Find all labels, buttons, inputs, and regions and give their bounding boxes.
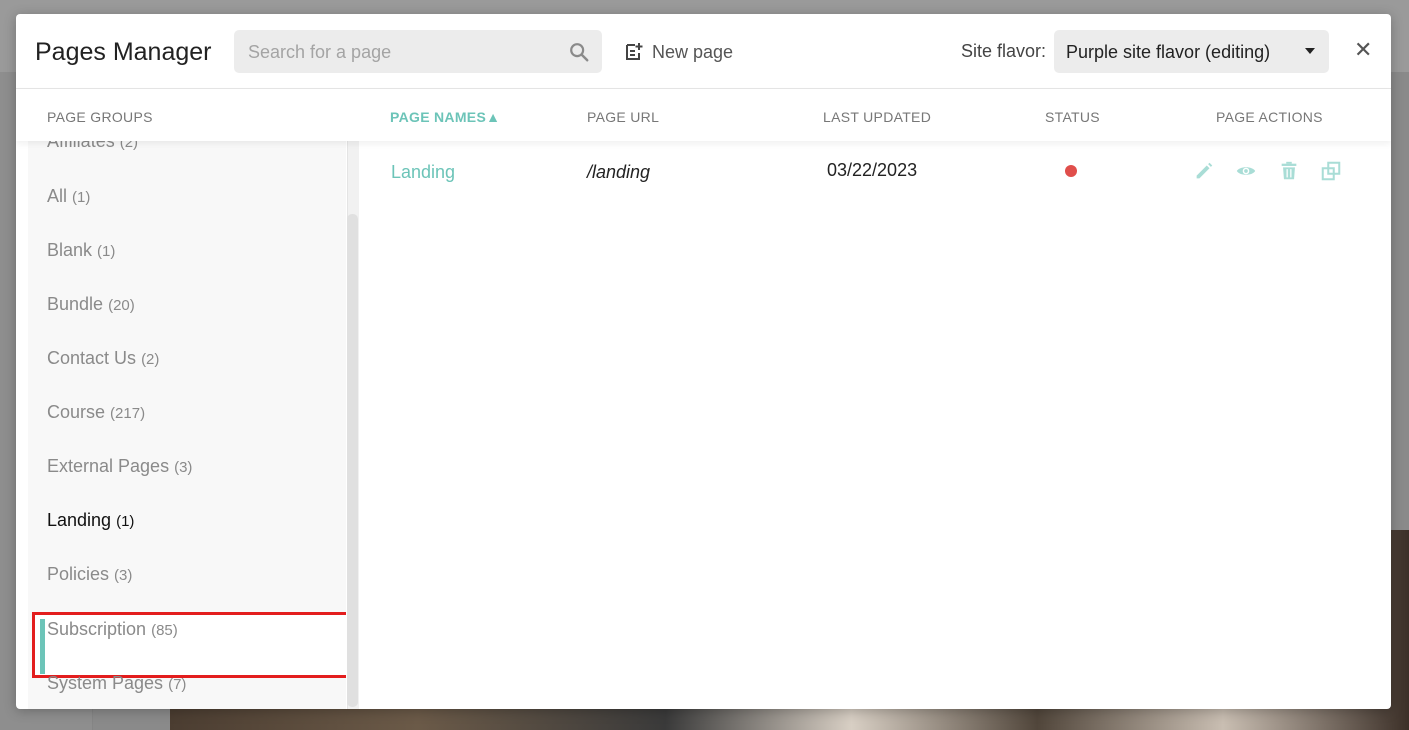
table-row: Landing /landing 03/22/2023 bbox=[376, 154, 1376, 194]
pencil-icon[interactable] bbox=[1193, 160, 1215, 182]
sidebar-scrollbar-thumb[interactable] bbox=[347, 214, 358, 707]
pages-manager-modal: Pages Manager New page Site flavor: Purp… bbox=[16, 14, 1391, 709]
sidebar-item-landing[interactable]: Landing (1) bbox=[47, 510, 134, 531]
modal-header: Pages Manager New page Site flavor: Purp… bbox=[16, 14, 1391, 89]
page-url: /landing bbox=[587, 162, 651, 182]
page-groups-list: Affiliates (2) All (1) Blank (1) Bundle … bbox=[28, 141, 346, 709]
column-header-page-actions: PAGE ACTIONS bbox=[1216, 109, 1323, 125]
search-icon[interactable] bbox=[568, 41, 590, 63]
column-header-page-url[interactable]: PAGE URL bbox=[587, 109, 659, 125]
column-header-status[interactable]: STATUS bbox=[1045, 109, 1100, 125]
site-flavor-label: Site flavor: bbox=[961, 41, 1047, 61]
page-name-link[interactable]: Landing bbox=[391, 162, 455, 183]
modal-title: Pages Manager bbox=[35, 38, 212, 66]
column-header-page-names[interactable]: PAGE NAMES▲ bbox=[390, 109, 500, 125]
column-header-page-groups: PAGE GROUPS bbox=[47, 109, 153, 125]
sidebar-item-all[interactable]: All (1) bbox=[47, 186, 90, 207]
search-input[interactable] bbox=[246, 30, 560, 75]
sidebar-item-bundle[interactable]: Bundle (20) bbox=[47, 294, 135, 315]
duplicate-icon[interactable] bbox=[1320, 160, 1342, 182]
eye-icon[interactable] bbox=[1235, 160, 1257, 182]
site-flavor-value: Purple site flavor (editing) bbox=[1066, 42, 1271, 62]
new-page-label: New page bbox=[652, 41, 734, 62]
trash-icon[interactable] bbox=[1278, 160, 1300, 182]
sidebar-item-contact-us[interactable]: Contact Us (2) bbox=[47, 348, 159, 369]
caret-down-icon bbox=[1305, 48, 1315, 54]
new-page-icon bbox=[626, 43, 643, 60]
last-updated-date: 03/22/2023 bbox=[827, 160, 918, 180]
sidebar-item-affiliates[interactable]: Affiliates (2) bbox=[47, 141, 138, 152]
table-header: PAGE GROUPS PAGE NAMES▲ PAGE URL LAST UP… bbox=[16, 89, 1391, 141]
sidebar-item-blank[interactable]: Blank (1) bbox=[47, 240, 115, 261]
sidebar-item-course[interactable]: Course (217) bbox=[47, 402, 145, 423]
site-flavor-select[interactable]: Purple site flavor (editing) bbox=[1054, 30, 1329, 73]
sidebar-item-policies[interactable]: Policies (3) bbox=[47, 564, 132, 585]
sidebar-item-external-pages[interactable]: External Pages (3) bbox=[47, 456, 192, 477]
status-indicator bbox=[1065, 165, 1077, 177]
active-group-indicator bbox=[40, 619, 45, 674]
close-button[interactable]: ✕ bbox=[1354, 39, 1372, 61]
new-page-button[interactable]: New page bbox=[624, 38, 733, 66]
sidebar-item-subscription[interactable]: Subscription (85) bbox=[47, 619, 178, 640]
search-box[interactable] bbox=[234, 30, 602, 75]
sidebar-item-system-pages[interactable]: System Pages (7) bbox=[47, 673, 186, 694]
column-header-last-updated[interactable]: LAST UPDATED bbox=[823, 109, 931, 125]
